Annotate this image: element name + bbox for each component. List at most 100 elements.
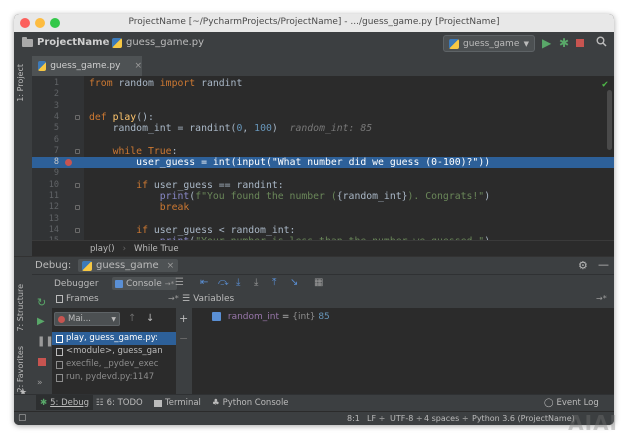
add-watch-icon[interactable]: +: [179, 312, 188, 325]
fold-marker-icon[interactable]: [75, 182, 80, 188]
code-line[interactable]: 11 print(f"You found the number ({random…: [32, 191, 614, 202]
rerun-icon[interactable]: ↻: [37, 296, 46, 309]
tab-console[interactable]: Console →*: [112, 277, 178, 290]
project-tool-tab[interactable]: 1: Project: [16, 64, 25, 102]
more-icon[interactable]: »: [37, 378, 43, 388]
tab-event-log[interactable]: ◯ Event Log: [544, 398, 599, 408]
breadcrumb-separator: ›: [122, 243, 127, 254]
remove-watch-icon[interactable]: −: [179, 332, 188, 345]
pin-icon[interactable]: →*: [596, 294, 607, 303]
evaluate-expression-icon[interactable]: ▦: [314, 277, 323, 288]
line-number[interactable]: 5: [32, 123, 59, 134]
tab-todo[interactable]: ☷ 6: TODO: [96, 398, 143, 408]
code-editor[interactable]: 1 from random import randint 2 3 4 def play()…: [32, 76, 614, 240]
editor-tab-guess-game[interactable]: guess_game.py ×: [32, 56, 142, 76]
line-number[interactable]: 1: [32, 78, 59, 89]
minimize-panel-icon[interactable]: —: [598, 258, 609, 271]
thread-select[interactable]: Mai... ▼: [54, 312, 120, 326]
code-line[interactable]: 1 from random import randint: [32, 78, 614, 89]
line-separator[interactable]: LF ÷: [367, 414, 385, 423]
arrow-down-icon[interactable]: ↓: [146, 313, 154, 324]
code-line[interactable]: 8 user_guess = int(input("What number di…: [32, 157, 614, 169]
tab-debug[interactable]: ✱ 5: Debug: [36, 395, 94, 410]
line-number[interactable]: 2: [32, 89, 59, 100]
fold-marker-icon[interactable]: [75, 205, 80, 211]
code-line[interactable]: 10 if user_guess == randint:: [32, 180, 614, 191]
debug-button[interactable]: ✱: [559, 36, 569, 50]
code-line[interactable]: 6: [32, 135, 614, 146]
frame-row[interactable]: play, guess_game.py:: [52, 332, 176, 345]
indent-setting[interactable]: 4 spaces ÷: [424, 414, 469, 423]
tab-debugger[interactable]: Debugger: [54, 277, 99, 290]
code-line[interactable]: 7 while True:: [32, 146, 614, 157]
close-tab-icon[interactable]: ×: [167, 261, 175, 271]
run-configuration-select[interactable]: guess_game ▼: [443, 35, 535, 52]
file-encoding[interactable]: UTF-8 ÷: [390, 414, 423, 423]
close-tab-icon[interactable]: ×: [134, 61, 142, 71]
frame-label: run, pydevd.py:1147: [66, 372, 155, 382]
step-into-icon[interactable]: ⤓: [236, 277, 240, 288]
tool-windows-icon[interactable]: ▢: [18, 413, 27, 423]
menu-lines-icon[interactable]: ☰: [175, 277, 184, 288]
gear-icon[interactable]: ⚙: [578, 259, 588, 272]
fold-marker-icon[interactable]: [75, 148, 80, 154]
line-number[interactable]: 7: [32, 146, 59, 157]
resume-icon[interactable]: ▶: [37, 316, 45, 327]
structure-tool-tab[interactable]: 7: Structure: [16, 284, 25, 332]
nav-project[interactable]: ProjectName: [22, 36, 110, 48]
search-everywhere-button[interactable]: [596, 36, 607, 50]
code-line[interactable]: 12 break: [32, 202, 614, 213]
arrow-up-icon[interactable]: ↑: [128, 313, 136, 324]
line-number[interactable]: 10: [32, 180, 59, 191]
line-number[interactable]: 3: [32, 101, 59, 112]
breakpoint-icon[interactable]: [65, 159, 72, 167]
terminal-tab-label: Terminal: [165, 398, 201, 408]
frame-icon: [56, 373, 63, 382]
breadcrumb-loop[interactable]: While True: [134, 244, 179, 254]
line-number[interactable]: 12: [32, 202, 59, 213]
code-line[interactable]: 9: [32, 168, 614, 179]
frame-row[interactable]: run, pydevd.py:1147: [52, 371, 176, 384]
line-number[interactable]: 8: [32, 157, 59, 168]
variable-value: 85: [315, 312, 330, 322]
step-into-my-code-icon[interactable]: ⤓: [254, 277, 258, 288]
caret-position[interactable]: 8:1: [347, 414, 360, 423]
step-over-icon[interactable]: ⤼: [218, 277, 229, 288]
nav-file[interactable]: › guess_game.py: [104, 37, 204, 48]
frame-label: play, guess_game.py:: [66, 333, 159, 343]
run-to-cursor-icon[interactable]: ↘: [290, 277, 298, 288]
variables-panel: random_int = {int} 85: [192, 308, 614, 394]
line-number[interactable]: 6: [32, 135, 59, 146]
code-line[interactable]: 3: [32, 101, 614, 112]
frame-row[interactable]: execfile, _pydev_exec: [52, 358, 176, 371]
run-button[interactable]: ▶: [542, 36, 551, 50]
tab-python-console[interactable]: ♣ Python Console: [212, 398, 289, 408]
code-line[interactable]: 5 random_int = randint(0, 100) random_in…: [32, 123, 614, 134]
stop-icon[interactable]: [38, 358, 46, 366]
stop-button[interactable]: [576, 36, 584, 50]
code-line[interactable]: 14 if user_guess < random_int:: [32, 225, 614, 236]
variable-row[interactable]: random_int = {int} 85: [212, 312, 330, 322]
frame-row[interactable]: <module>, guess_gan: [52, 345, 176, 358]
editor-scrollbar[interactable]: [607, 90, 612, 150]
tab-terminal[interactable]: Terminal: [154, 398, 201, 408]
line-number[interactable]: 13: [32, 214, 59, 225]
code-text: print(f"You found the number ({random_in…: [159, 191, 491, 202]
line-number[interactable]: 4: [32, 112, 59, 123]
code-line[interactable]: 13: [32, 214, 614, 225]
fold-marker-icon[interactable]: [75, 227, 80, 233]
interpreter-setting[interactable]: Python 3.6 (ProjectName): [472, 414, 575, 423]
nav-project-label: ProjectName: [37, 37, 110, 48]
debug-session-tab[interactable]: guess_game ×: [78, 259, 179, 272]
line-number[interactable]: 14: [32, 225, 59, 236]
step-out-icon[interactable]: ⤒: [272, 277, 276, 288]
line-number[interactable]: 11: [32, 191, 59, 202]
pin-icon[interactable]: →*: [168, 294, 179, 303]
favorites-tool-tab[interactable]: 2: Favorites: [16, 346, 25, 392]
code-line[interactable]: 4 def play():: [32, 112, 614, 123]
show-execution-point-icon[interactable]: ⇤: [200, 277, 208, 288]
code-line[interactable]: 2: [32, 89, 614, 100]
line-number[interactable]: 9: [32, 168, 59, 179]
breadcrumb-function[interactable]: play(): [90, 244, 115, 254]
fold-marker-icon[interactable]: [75, 114, 80, 120]
